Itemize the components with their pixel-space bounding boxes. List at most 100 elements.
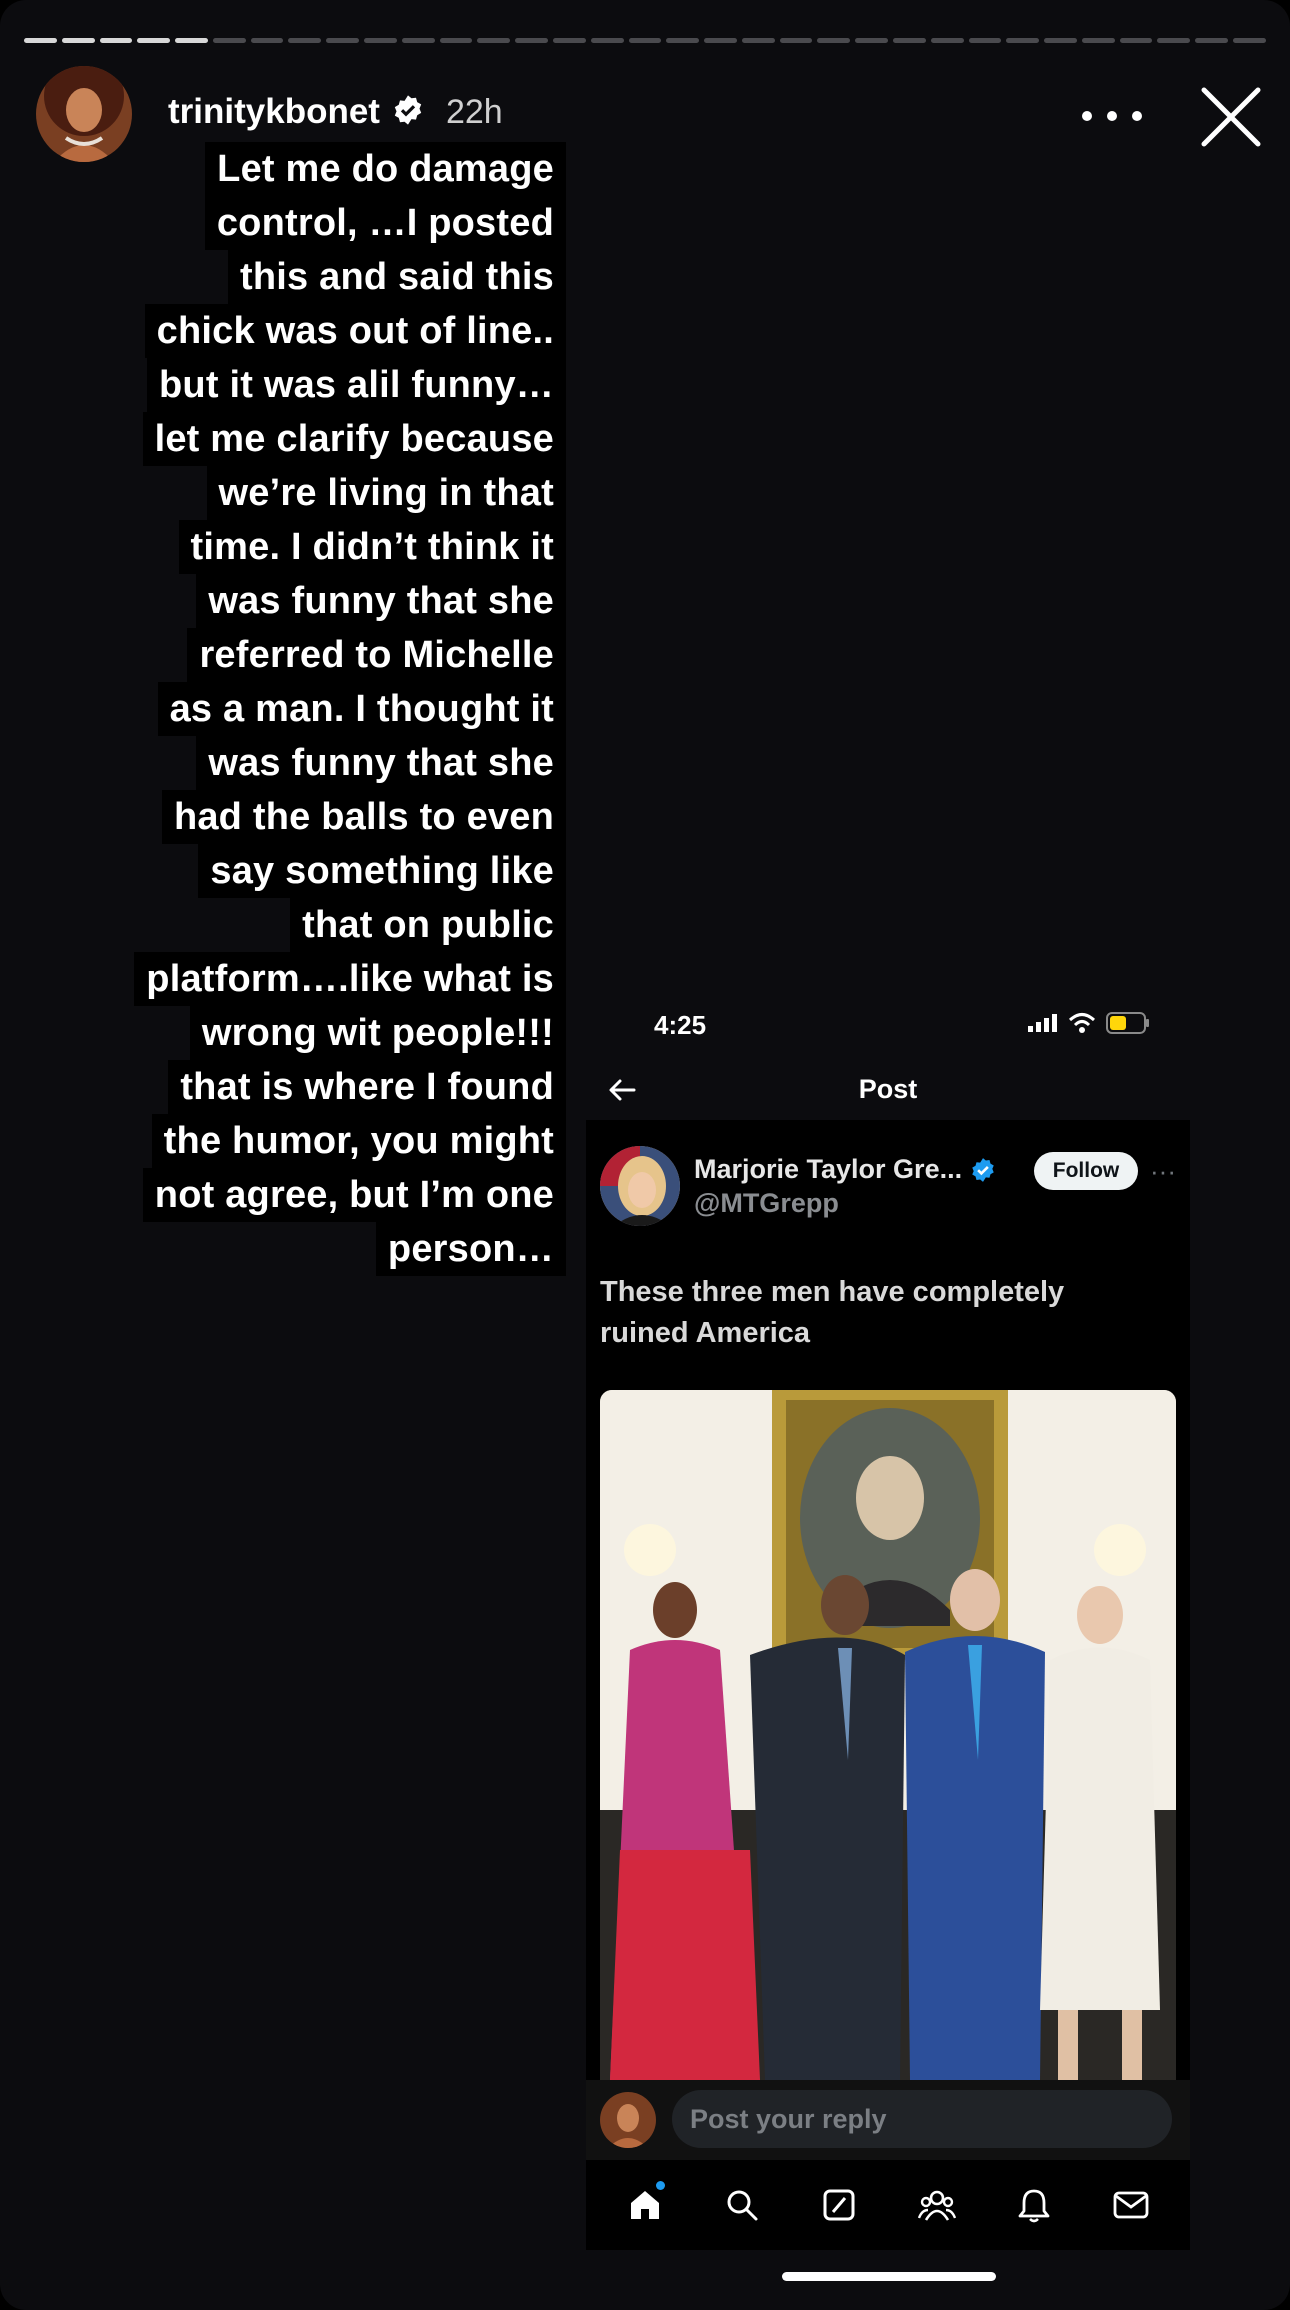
progress-segment: [1233, 38, 1266, 43]
progress-segment: [24, 38, 57, 43]
caption-line: was funny that she: [96, 574, 566, 628]
progress-segment: [401, 38, 435, 43]
home-icon[interactable]: [625, 2181, 665, 2225]
progress-segment: [1119, 38, 1153, 43]
progress-segment: [552, 38, 586, 43]
progress-segment: [439, 38, 473, 43]
more-horizontal-icon[interactable]: ···: [1150, 1156, 1176, 1187]
status-time: 4:25: [654, 1010, 707, 1040]
progress-segment: [1006, 38, 1040, 43]
author-handle[interactable]: @MTGrepp: [694, 1188, 839, 1219]
reply-bar: Post your reply: [586, 2080, 1190, 2160]
progress-segment: [930, 38, 964, 43]
caption-line-text: chick was out of line..: [144, 304, 566, 358]
caption-line: person…: [96, 1222, 566, 1276]
author-name-text: Marjorie Taylor Gre...: [694, 1154, 963, 1184]
communities-icon[interactable]: [917, 2185, 957, 2225]
messages-icon[interactable]: [1111, 2185, 1151, 2225]
close-icon: [1201, 87, 1261, 147]
caption-line: but it was alil funny…: [96, 358, 566, 412]
caption-line: platform….like what is: [96, 952, 566, 1006]
caption-line: Let me do damage: [96, 142, 566, 196]
caption-line-text: say something like: [198, 844, 566, 898]
progress-segment: [1195, 38, 1228, 43]
status-bar: 4:25: [586, 990, 1190, 1060]
caption-line: control, …I posted: [96, 196, 566, 250]
caption-line-text: was funny that she: [196, 574, 566, 628]
author-name[interactable]: Marjorie Taylor Gre...: [694, 1154, 996, 1185]
caption-line-text: we’re living in that: [206, 466, 566, 520]
progress-segment: [892, 38, 926, 43]
progress-segment: [1081, 38, 1115, 43]
caption-line-text: platform….like what is: [134, 952, 566, 1006]
progress-segment: [477, 38, 511, 43]
reply-input[interactable]: Post your reply: [672, 2090, 1172, 2148]
caption-line-text: not agree, but I’m one: [142, 1168, 566, 1222]
caption-line-text: person…: [375, 1222, 566, 1276]
progress-segment: [212, 38, 246, 43]
caption-line-text: the humor, you might: [151, 1114, 566, 1168]
caption-line: the humor, you might: [96, 1114, 566, 1168]
post-time: 22h: [445, 92, 503, 131]
progress-segment: [99, 38, 133, 43]
caption-line: chick was out of line..: [96, 304, 566, 358]
caption-line-text: let me clarify because: [142, 412, 566, 466]
progress-segment: [175, 38, 208, 43]
progress-segment: [817, 38, 851, 43]
story-caption: Let me do damage control, …I posted this a…: [96, 142, 566, 1276]
signal-icon: [1028, 1014, 1057, 1032]
verified-badge-icon: [972, 1157, 994, 1182]
wifi-icon: [1068, 1013, 1096, 1033]
username[interactable]: trinitykbonet: [168, 92, 380, 132]
caption-line-text: had the balls to even: [161, 790, 566, 844]
caption-line: that is where I found: [96, 1060, 566, 1114]
caption-line: time. I didn’t think it: [96, 520, 566, 574]
verified-badge-icon: [392, 94, 424, 131]
notification-dot: [655, 2181, 665, 2190]
search-icon[interactable]: [722, 2185, 762, 2225]
progress-segment: [288, 38, 322, 43]
progress-segment: [779, 38, 813, 43]
caption-line: referred to Michelle: [96, 628, 566, 682]
progress-segment: [855, 38, 888, 43]
caption-line-text: as a man. I thought it: [157, 682, 566, 736]
progress-segment: [1044, 38, 1077, 43]
caption-line-text: control, …I posted: [204, 196, 566, 250]
story-viewer: trinitykbonet 22h Let me do damage contro…: [0, 0, 1290, 2310]
caption-line: wrong wit people!!!: [96, 1006, 566, 1060]
page-title: Post: [858, 1074, 918, 1104]
tweet-text: These three men have completely ruined A…: [600, 1276, 1065, 1349]
progress-segment: [741, 38, 775, 43]
caption-line: let me clarify because: [96, 412, 566, 466]
notifications-icon[interactable]: [1014, 2185, 1054, 2225]
caption-line: as a man. I thought it: [96, 682, 566, 736]
story-header: trinitykbonet 22h: [168, 92, 503, 132]
progress-segment: [590, 38, 624, 43]
progress-segment: [666, 38, 700, 43]
more-horizontal-icon: [1082, 111, 1092, 121]
more-options-button[interactable]: [1082, 96, 1142, 136]
caption-line-text: was funny that she: [196, 736, 566, 790]
caption-line-text: but it was alil funny…: [147, 358, 566, 412]
grok-icon[interactable]: [819, 2185, 859, 2225]
caption-line: that on public: [96, 898, 566, 952]
follow-button[interactable]: Follow: [1034, 1152, 1138, 1190]
home-indicator[interactable]: [782, 2272, 996, 2281]
caption-line: not agree, but I’m one: [96, 1168, 566, 1222]
progress-segment: [968, 38, 1002, 43]
battery-icon: [1106, 1012, 1149, 1034]
progress-segment: [250, 38, 284, 43]
author-avatar[interactable]: [600, 1146, 680, 1226]
tweet-photo[interactable]: [600, 1390, 1176, 2080]
progress-segment: [1157, 38, 1191, 43]
caption-line-text: time. I didn’t think it: [178, 520, 566, 574]
close-button[interactable]: [1198, 84, 1264, 150]
progress-segment: [137, 38, 171, 43]
caption-line: was funny that she: [96, 736, 566, 790]
avatar: [600, 2092, 656, 2148]
post-navbar: Post: [586, 1060, 1190, 1120]
bottom-tab-bar: [586, 2160, 1190, 2250]
caption-line-text: this and said this: [228, 250, 566, 304]
caption-line-text: referred to Michelle: [187, 628, 566, 682]
caption-line: had the balls to even: [96, 790, 566, 844]
